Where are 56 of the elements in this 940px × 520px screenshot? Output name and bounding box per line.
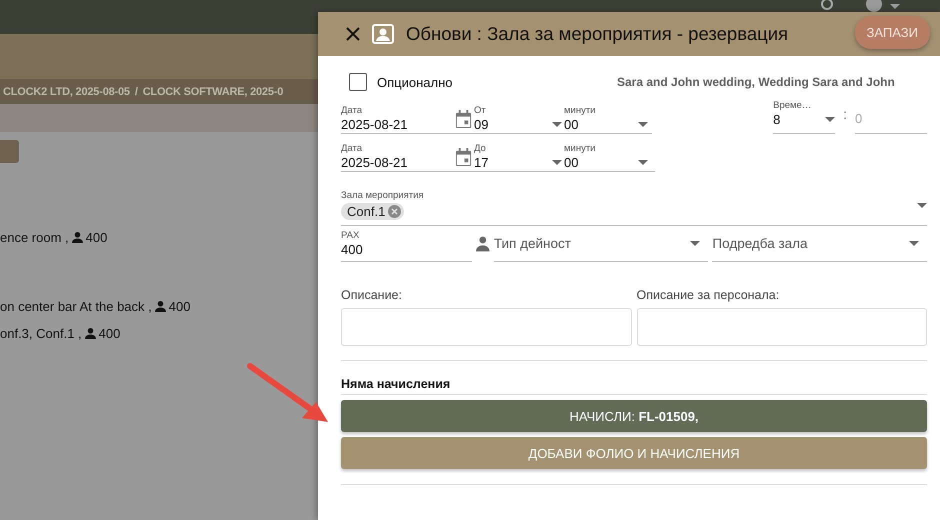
field-label: До [474, 143, 487, 154]
hall-chip[interactable]: Conf.1 [341, 203, 404, 220]
booking-text: onf.3, Conf.1 , [0, 326, 82, 341]
description-field[interactable] [636, 308, 927, 346]
pax-count: 400 [98, 326, 120, 341]
dropdown-caret-icon [909, 241, 919, 246]
field-label: Дата [341, 143, 364, 154]
calendar-icon[interactable] [455, 110, 472, 128]
booking-text: ence room , [0, 230, 69, 245]
description-field[interactable] [341, 308, 632, 346]
remove-icon[interactable] [388, 205, 402, 218]
field-label: минути [564, 143, 596, 154]
dropdown-caret-icon [552, 122, 562, 127]
hours-select[interactable]: 8 [773, 111, 780, 128]
checkbox-label: Опционално [377, 74, 454, 90]
field-label: минути [564, 105, 596, 116]
dropdown-caret-icon [917, 203, 927, 208]
hour-select[interactable]: 09 [474, 116, 488, 133]
booking-text: on center bar At the back , [0, 299, 152, 314]
pax-field[interactable]: 400 [341, 241, 472, 258]
activity-type-select[interactable]: Тип дейност [494, 236, 571, 251]
calendar-icon[interactable] [455, 148, 472, 166]
pax-count: 400 [168, 299, 190, 314]
hour-select[interactable]: 17 [474, 154, 488, 171]
minute-select[interactable]: 00 [564, 154, 578, 171]
charges-heading: Няма начисления [341, 377, 927, 395]
minute-select[interactable]: 00 [564, 116, 578, 133]
post-charges-button[interactable]: НАЧИСЛИ: FL-01509, [341, 400, 927, 432]
field-label: Описание: [341, 288, 403, 302]
dropdown-caret-icon [638, 122, 648, 127]
person-icon [154, 301, 166, 312]
time-separator: : [843, 106, 847, 124]
event-name: Sara and John wedding, Wedding Sara and John [617, 75, 895, 89]
field-label: Дата [341, 105, 364, 116]
search-icon[interactable] [820, 0, 836, 12]
person-icon [84, 328, 96, 339]
field-label: Описание за персонала: [636, 288, 780, 302]
field-label: Време… [773, 100, 812, 111]
person-icon [476, 236, 490, 252]
person-icon [72, 232, 83, 243]
dropdown-caret-icon [825, 117, 836, 122]
dialog-title: Обнови : Зала за мероприятия - резервация [406, 23, 790, 45]
close-button[interactable] [346, 27, 360, 41]
field-label: PAX [341, 230, 360, 241]
hall-layout-select[interactable]: Подредба зала [712, 236, 808, 251]
field-label: От [474, 105, 487, 116]
account-icon[interactable] [866, 0, 902, 12]
field-label: Зала мероприятия [341, 190, 424, 201]
dropdown-caret-icon [690, 241, 700, 246]
pax-count: 400 [86, 230, 108, 245]
date-field[interactable]: 2025-08-21 [341, 116, 455, 133]
dropdown-caret-icon [552, 160, 562, 165]
date-field[interactable]: 2025-08-21 [341, 154, 455, 171]
checkbox[interactable] [349, 73, 367, 91]
contact-card-icon [372, 24, 394, 44]
dropdown-caret-icon [638, 160, 648, 165]
